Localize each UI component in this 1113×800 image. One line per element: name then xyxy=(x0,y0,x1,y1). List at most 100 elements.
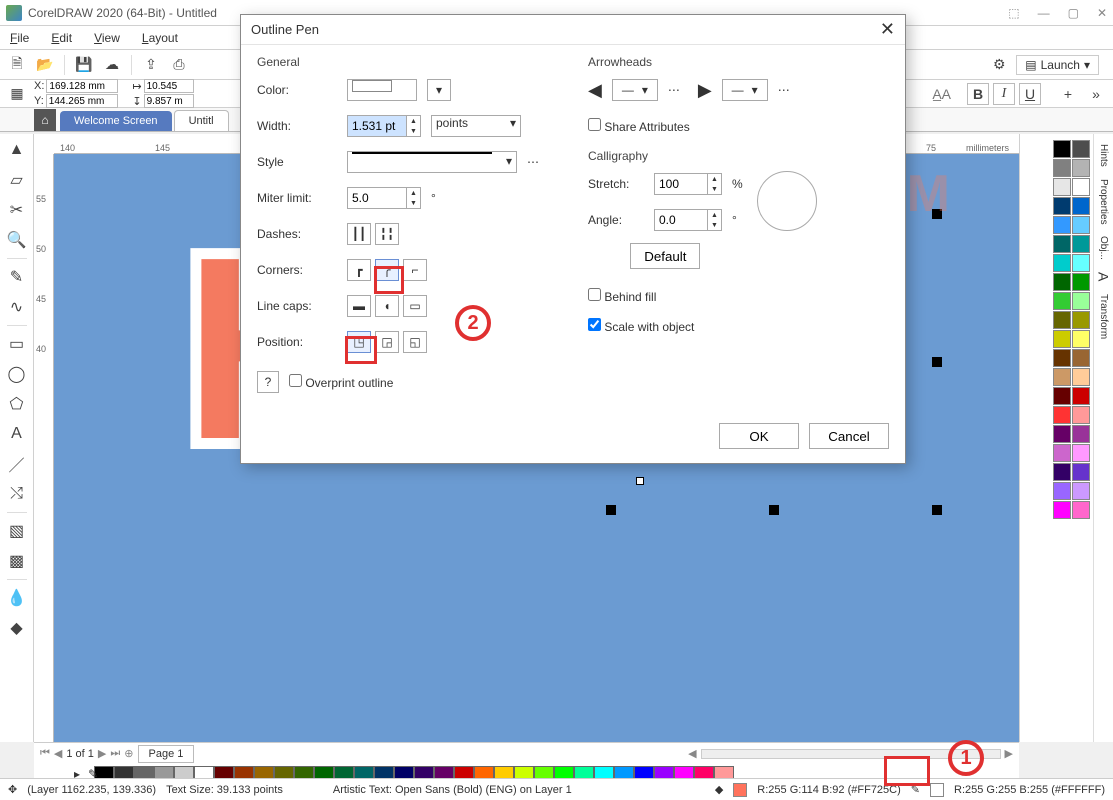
tab-untitled[interactable]: Untitl xyxy=(174,110,229,131)
minimize-icon[interactable]: ― xyxy=(1038,6,1050,20)
style-select[interactable]: ▾ xyxy=(347,151,517,173)
docker-objects[interactable]: Obj... xyxy=(1098,236,1109,260)
color-picker[interactable] xyxy=(347,79,417,101)
arrow-end-more-icon[interactable]: ⋯ xyxy=(778,83,790,97)
ok-button[interactable]: OK xyxy=(719,423,799,449)
corner-bevel[interactable]: ⌐ xyxy=(403,259,427,281)
palette-swatch[interactable] xyxy=(1053,387,1071,405)
palette-swatch[interactable] xyxy=(1053,349,1071,367)
style-more-icon[interactable]: ⋯ xyxy=(527,155,539,169)
transparency-tool-icon[interactable]: ▩ xyxy=(5,549,29,573)
palette-swatch[interactable] xyxy=(1072,387,1090,405)
palette-swatch[interactable] xyxy=(1072,444,1090,462)
corner-round[interactable]: ╭ xyxy=(375,259,399,281)
save-icon[interactable]: 💾 xyxy=(73,54,95,76)
bezier-tool-icon[interactable]: ∿ xyxy=(5,295,29,319)
palette-swatch[interactable] xyxy=(1053,425,1071,443)
zoom-tool-icon[interactable]: 🔍 xyxy=(5,228,29,252)
miter-spinner[interactable]: ▲▼ xyxy=(407,187,421,209)
ellipse-tool-icon[interactable]: ◯ xyxy=(5,362,29,386)
docker-text-icon[interactable]: A xyxy=(1096,272,1112,281)
rectangle-tool-icon[interactable]: ▭ xyxy=(5,332,29,356)
behind-fill-checkbox[interactable] xyxy=(588,288,601,301)
palette-swatch[interactable] xyxy=(1072,501,1090,519)
page-add-icon[interactable]: ⊕ xyxy=(124,747,133,760)
help-icon[interactable]: ⬚ xyxy=(1008,6,1019,20)
overprint-checkbox[interactable] xyxy=(289,374,302,387)
close-window-icon[interactable]: ✕ xyxy=(1097,6,1107,20)
docker-transform[interactable]: Transform xyxy=(1098,294,1109,339)
tab-welcome[interactable]: Welcome Screen xyxy=(60,111,172,131)
docker-hints[interactable]: Hints xyxy=(1098,144,1109,167)
text-tool-icon[interactable]: A xyxy=(5,422,29,446)
palette-swatch[interactable] xyxy=(1053,235,1071,253)
palette-swatch[interactable] xyxy=(1053,292,1071,310)
publish-icon[interactable]: ⎙ xyxy=(168,54,190,76)
palette-swatch[interactable] xyxy=(1072,216,1090,234)
position-center[interactable]: ◲ xyxy=(375,331,399,353)
settings-icon[interactable]: ⚙ xyxy=(988,54,1010,76)
width-input[interactable] xyxy=(347,115,407,137)
launch-dropdown[interactable]: ▤ Launch ▾ xyxy=(1016,55,1099,75)
palette-swatch[interactable] xyxy=(1053,159,1071,177)
pick-tool-icon[interactable]: ▲ xyxy=(5,138,29,162)
obj-width-input[interactable] xyxy=(144,79,194,93)
home-tab-icon[interactable]: ⌂ xyxy=(34,109,56,131)
palette-swatch[interactable] xyxy=(1053,368,1071,386)
crop-tool-icon[interactable]: ✂ xyxy=(5,198,29,222)
angle-spinner[interactable]: ▲▼ xyxy=(708,209,722,231)
dropshadow-tool-icon[interactable]: ▧ xyxy=(5,519,29,543)
default-button[interactable]: Default xyxy=(630,243,700,269)
page-next-icon[interactable]: ▶ xyxy=(98,747,106,760)
anchor-handle[interactable] xyxy=(636,477,644,485)
palette-swatch[interactable] xyxy=(1053,254,1071,272)
palette-swatch[interactable] xyxy=(1053,444,1071,462)
new-doc-icon[interactable]: 🗎 xyxy=(6,54,28,76)
position-outside[interactable]: ◳ xyxy=(347,331,371,353)
x-coord-input[interactable] xyxy=(46,79,118,93)
palette-swatch[interactable] xyxy=(1072,178,1090,196)
hscroll-left-icon[interactable]: ◀ xyxy=(688,747,696,760)
palette-swatch[interactable] xyxy=(1053,406,1071,424)
more-options-icon[interactable]: » xyxy=(1085,83,1107,105)
menu-edit[interactable]: Edit xyxy=(51,31,72,45)
polygon-tool-icon[interactable]: ⬠ xyxy=(5,392,29,416)
bold-button[interactable]: B xyxy=(967,83,989,105)
palette-swatch[interactable] xyxy=(1072,292,1090,310)
palette-swatch[interactable] xyxy=(1072,254,1090,272)
cap-round[interactable]: ◖ xyxy=(375,295,399,317)
palette-swatch[interactable] xyxy=(1053,273,1071,291)
outline-swatch[interactable] xyxy=(930,783,944,797)
palette-swatch[interactable] xyxy=(1072,273,1090,291)
y-coord-input[interactable] xyxy=(46,94,118,108)
corner-miter[interactable]: ┏ xyxy=(347,259,371,281)
open-folder-icon[interactable]: 📂 xyxy=(34,54,56,76)
palette-swatch[interactable] xyxy=(1072,406,1090,424)
palette-swatch[interactable] xyxy=(1053,330,1071,348)
page-last-icon[interactable]: ⏭ xyxy=(110,747,120,760)
freehand-tool-icon[interactable]: ／ xyxy=(5,452,29,476)
eyedropper-tool-icon[interactable]: 💧 xyxy=(5,586,29,610)
palette-swatch[interactable] xyxy=(1072,159,1090,177)
palette-swatch[interactable] xyxy=(1053,501,1071,519)
page-prev-icon[interactable]: ◀ xyxy=(54,747,62,760)
scale-with-object-checkbox[interactable] xyxy=(588,318,601,331)
fill-swatch[interactable] xyxy=(733,783,747,797)
stretch-spinner[interactable]: ▲▼ xyxy=(708,173,722,195)
miter-input[interactable] xyxy=(347,187,407,209)
position-inside[interactable]: ◱ xyxy=(403,331,427,353)
palette-swatch[interactable] xyxy=(1072,368,1090,386)
fill-tool-icon[interactable]: ◆ xyxy=(5,616,29,640)
page-first-icon[interactable]: ⏮ xyxy=(40,747,50,760)
hscrollbar[interactable] xyxy=(701,749,1001,759)
arrow-start-more-icon[interactable]: ⋯ xyxy=(668,83,680,97)
italic-button[interactable]: I xyxy=(993,83,1015,105)
palette-swatch[interactable] xyxy=(1053,197,1071,215)
menu-view[interactable]: View xyxy=(94,31,120,45)
cap-flat[interactable]: ▬ xyxy=(347,295,371,317)
palette-swatch[interactable] xyxy=(1072,197,1090,215)
add-style-icon[interactable]: + xyxy=(1057,83,1079,105)
color-dropdown-icon[interactable]: ▾ xyxy=(427,79,451,101)
width-spinner[interactable]: ▲▼ xyxy=(407,115,421,137)
palette-swatch[interactable] xyxy=(1072,482,1090,500)
